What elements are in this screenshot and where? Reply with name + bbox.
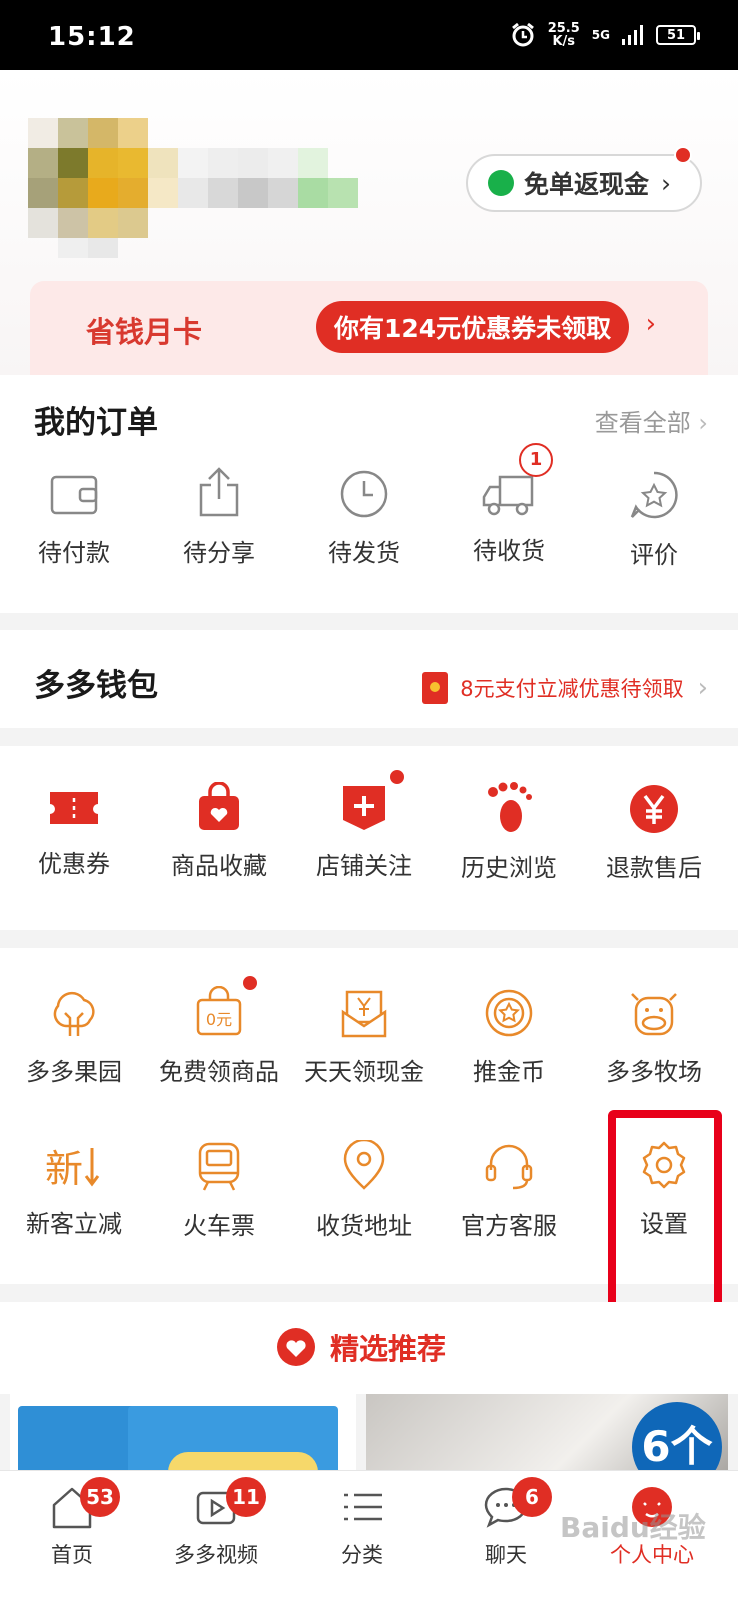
service-coin-pusher[interactable]: 推金币 [435, 988, 583, 1087]
service-orchard[interactable]: 多多果园 [0, 988, 148, 1087]
cashback-check-icon [488, 170, 514, 196]
recommend-label: 精选推荐 [330, 1332, 447, 1366]
cashback-label: 免单返现金 [524, 170, 650, 199]
svg-text:0元: 0元 [206, 1010, 232, 1029]
bag-heart-icon [199, 782, 239, 830]
quick-refund[interactable]: 退款售后 [580, 784, 728, 883]
recommend-header: 精选推荐 [0, 1302, 738, 1394]
quick-coupons[interactable]: 优惠券 [0, 786, 148, 879]
order-pending-shipment[interactable]: 待发货 [290, 469, 438, 568]
notification-dot [388, 768, 406, 786]
new-icon: 新 [45, 1147, 100, 1190]
month-card-title: 省钱月卡 [86, 315, 203, 349]
status-indicators: 25.5 K/s 5G 51 [510, 21, 700, 49]
receipt-count-badge: 1 [519, 443, 553, 477]
service-train-tickets[interactable]: 火车票 [145, 1140, 293, 1241]
free-bag-icon: 0元 [196, 986, 242, 1036]
chat-badge: 6 [512, 1477, 552, 1517]
list-icon [344, 1493, 382, 1521]
quantity-badge: 6个 [632, 1402, 722, 1474]
battery-icon: 51 [656, 25, 700, 45]
service-new-customer[interactable]: 新 新客立减 [0, 1142, 148, 1239]
settings-highlight-box [608, 1110, 722, 1326]
order-review[interactable]: 评价 [580, 469, 728, 570]
wallet-section[interactable]: 多多钱包 8元支付立减优惠待领取 › [0, 630, 738, 728]
network-type: 5G [591, 28, 610, 42]
order-pending-share[interactable]: 待分享 [145, 465, 293, 568]
location-icon [343, 1140, 385, 1190]
chevron-right-icon: › [697, 673, 708, 703]
svg-text:新: 新 [45, 1147, 83, 1190]
month-card-banner[interactable]: 省钱月卡 你有124元优惠券未领取 › [30, 281, 708, 375]
star-chat-icon [630, 471, 678, 519]
network-speed: 25.5 K/s [547, 21, 580, 49]
footprint-icon [488, 782, 532, 832]
video-badge: 11 [226, 1477, 266, 1517]
service-daily-cash[interactable]: 天天领现金 [290, 988, 438, 1087]
service-ranch[interactable]: 多多牧场 [580, 988, 728, 1087]
tree-icon [53, 991, 95, 1036]
wallet-title: 多多钱包 [34, 668, 158, 704]
quick-followed-stores[interactable]: 店铺关注 [290, 768, 438, 881]
store-plus-icon [343, 786, 385, 830]
service-free-goods[interactable]: 0元 免费领商品 [145, 974, 293, 1087]
product-card[interactable]: 6个 [366, 1394, 728, 1474]
chevron-right-icon: › [645, 309, 656, 339]
coin-icon [485, 989, 533, 1037]
order-pending-receipt[interactable]: 待收货 1 [435, 443, 583, 566]
notification-dot [241, 974, 259, 992]
product-card[interactable] [10, 1394, 356, 1474]
heart-icon [277, 1328, 315, 1366]
orders-title: 我的订单 [34, 405, 158, 441]
cow-icon [631, 993, 677, 1036]
clock-icon [340, 470, 388, 518]
service-customer-support[interactable]: 官方客服 [435, 1140, 583, 1241]
status-bar: 15:12 25.5 K/s 5G 51 [0, 0, 738, 70]
wallet-promo[interactable]: 8元支付立减优惠待领取 › [422, 672, 708, 704]
orders-section: 我的订单 查看全部 › 待付款 待分享 待发货 待收货 1 评价 [0, 375, 738, 613]
quick-favorites[interactable]: 商品收藏 [145, 782, 293, 881]
yen-icon [630, 785, 678, 833]
share-icon [199, 467, 239, 517]
watermark: Baidu经验 [560, 1511, 706, 1544]
home-badge: 53 [80, 1477, 120, 1517]
tab-home[interactable]: 首页 53 [2, 1477, 142, 1569]
signal-icon [622, 25, 643, 45]
tab-videos[interactable]: 多多视频 11 [146, 1477, 286, 1569]
wallet-icon [50, 475, 98, 515]
cashback-button[interactable]: 免单返现金 › [466, 154, 702, 212]
profile-header: 免单返现金 › 省钱月卡 你有124元优惠券未领取 › [0, 70, 738, 375]
status-time: 15:12 [48, 22, 136, 52]
service-address[interactable]: 收货地址 [290, 1140, 438, 1241]
truck-icon [482, 475, 534, 516]
chevron-right-icon: › [661, 168, 672, 198]
alarm-icon [511, 22, 534, 47]
tab-chat[interactable]: 聊天 6 [436, 1477, 576, 1569]
red-envelope-icon [422, 672, 449, 704]
avatar[interactable] [28, 118, 358, 258]
headset-icon [485, 1144, 533, 1190]
view-all-orders-link[interactable]: 查看全部 › [595, 403, 708, 438]
order-pending-payment[interactable]: 待付款 [0, 471, 148, 568]
quick-access-section: 优惠券 商品收藏 店铺关注 历史浏览 退款售后 [0, 746, 738, 930]
train-icon [198, 1142, 240, 1191]
ticket-icon [50, 792, 98, 824]
quick-history[interactable]: 历史浏览 [435, 782, 583, 883]
coupon-reminder[interactable]: 你有124元优惠券未领取 [316, 301, 630, 353]
tab-categories[interactable]: 分类 [292, 1483, 432, 1569]
cash-envelope-icon [341, 990, 387, 1038]
notification-dot [674, 146, 692, 164]
